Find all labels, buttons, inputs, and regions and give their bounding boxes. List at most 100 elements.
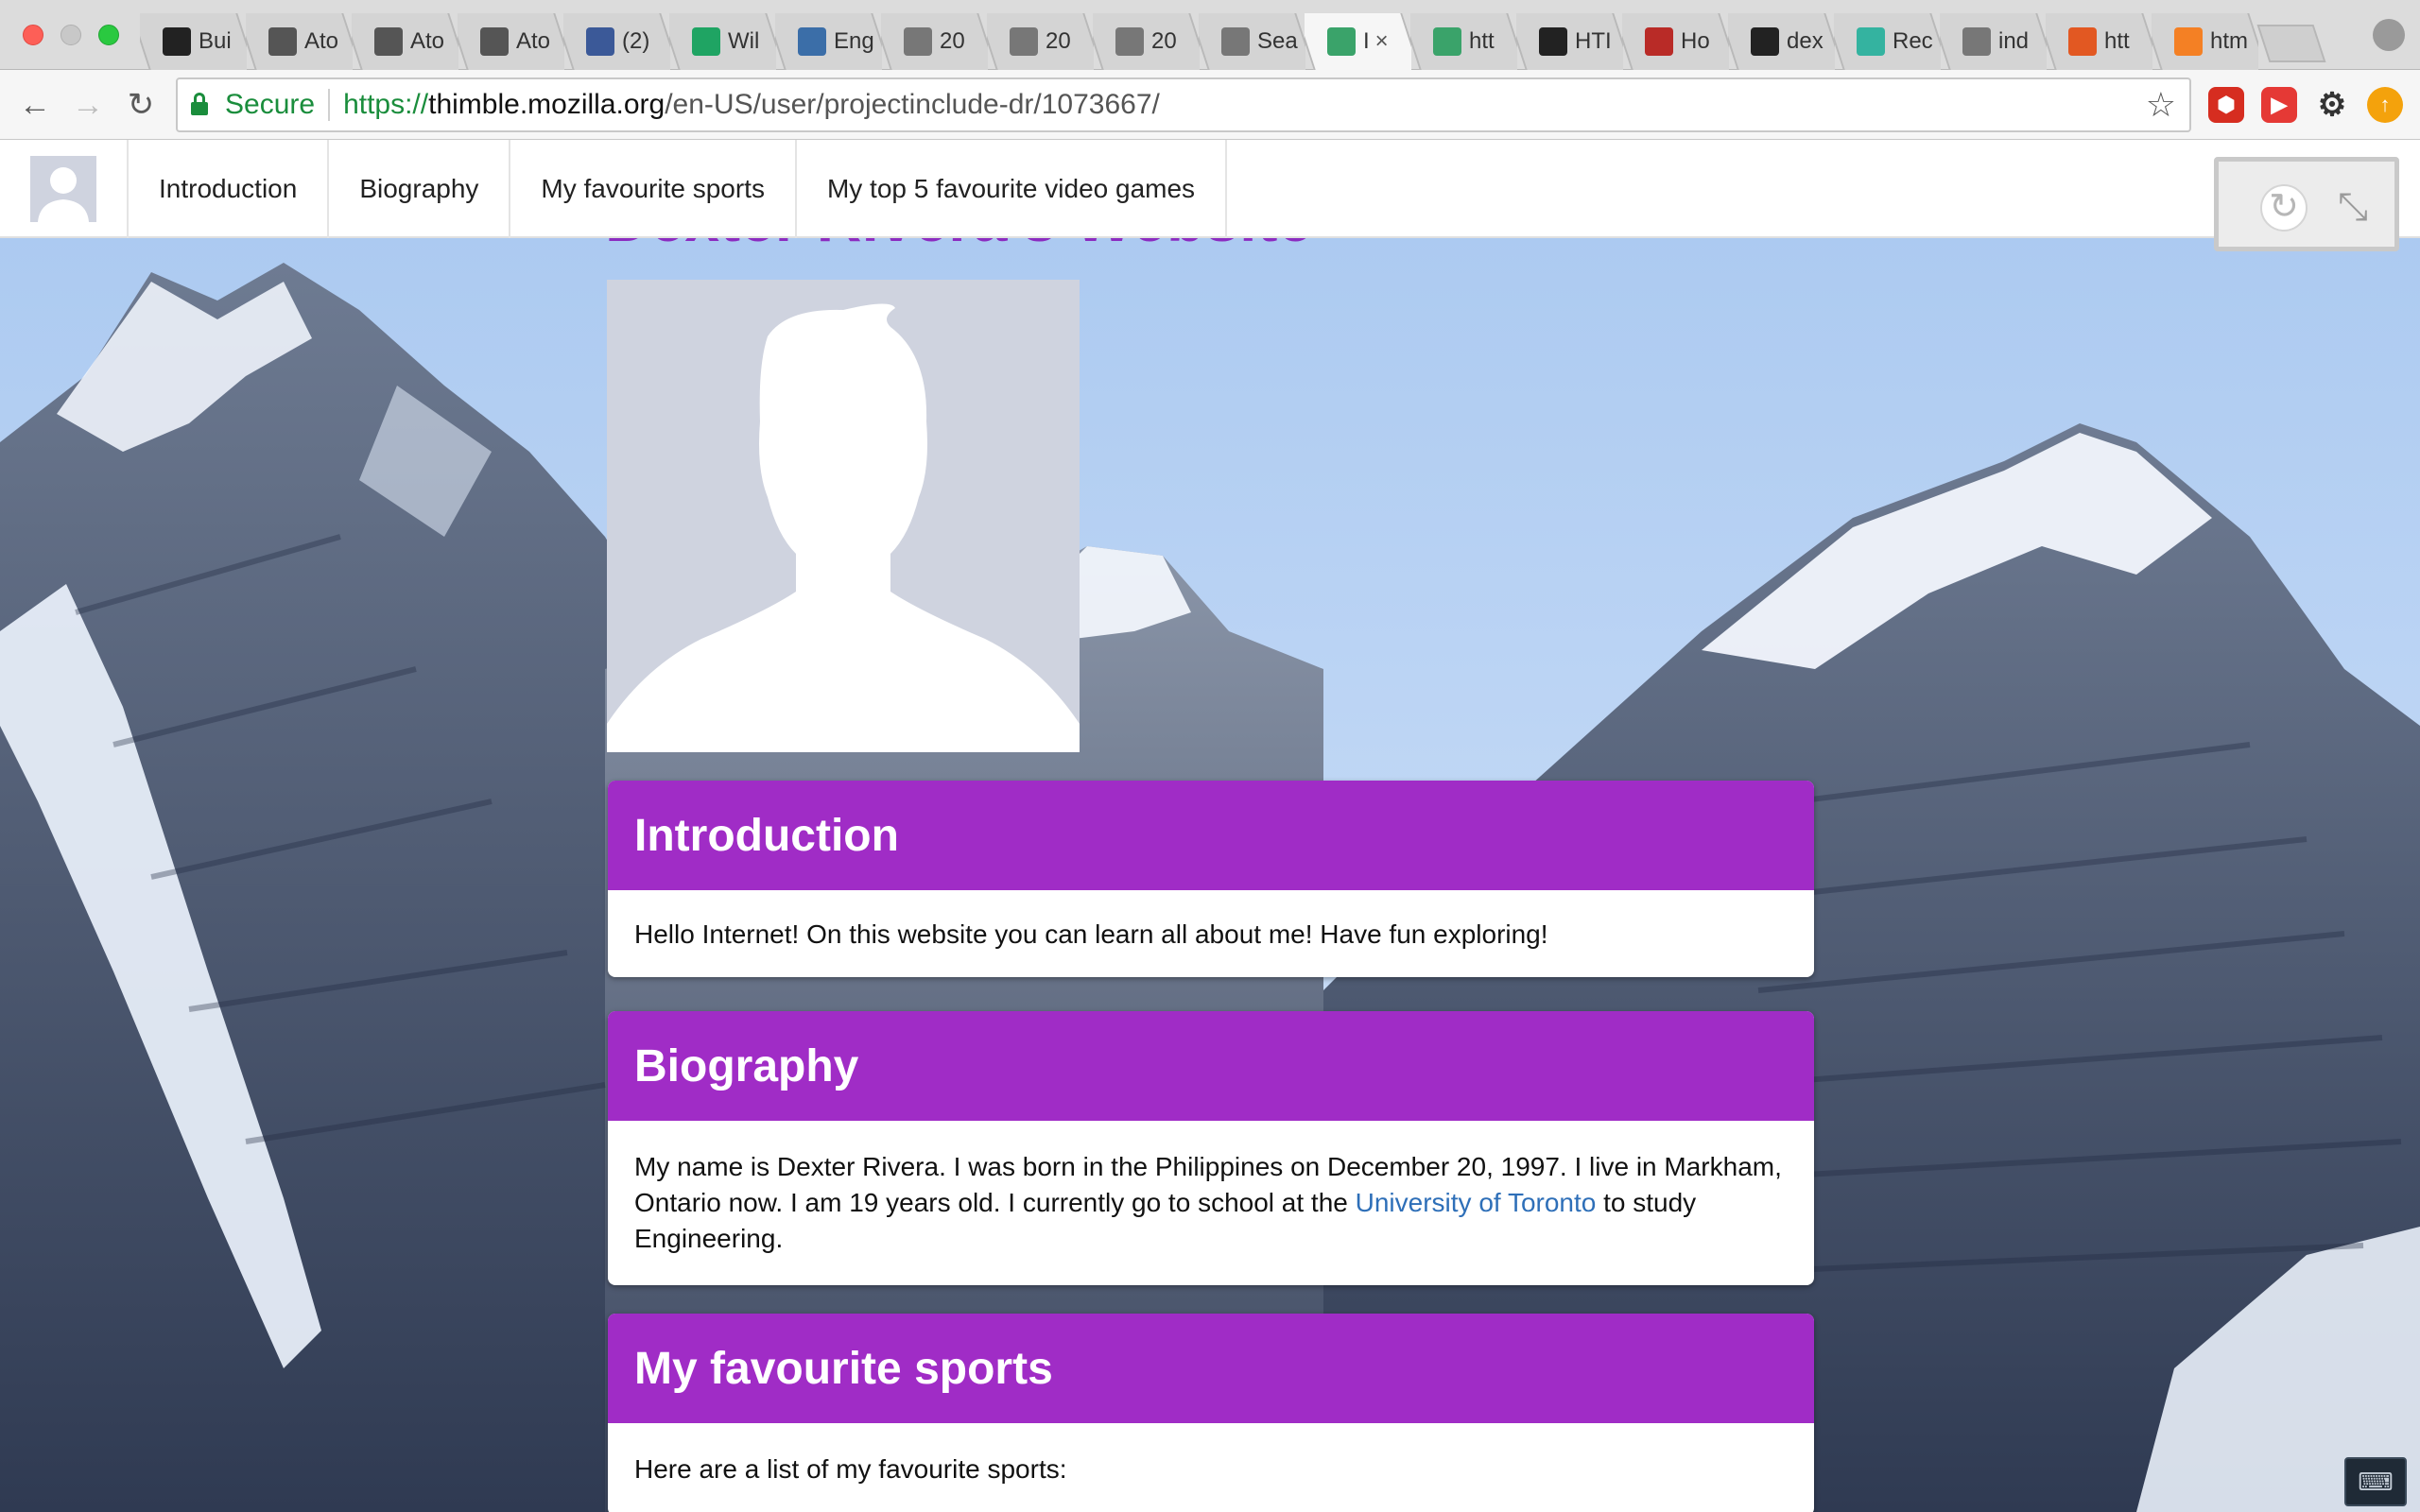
section-introduction: Introduction Hello Internet! On this web…	[608, 781, 1814, 977]
browser-tab[interactable]: Ato	[246, 13, 353, 70]
university-link[interactable]: University of Toronto	[1356, 1188, 1597, 1217]
section-body: Here are a list of my favourite sports:	[634, 1454, 1067, 1484]
tab-label: Ato	[516, 28, 551, 54]
tree-icon	[798, 27, 826, 56]
new-tab-button[interactable]	[2263, 25, 2320, 62]
tab-label: htt	[2104, 28, 2130, 54]
tab-label: Ato	[304, 28, 339, 54]
section-heading: My favourite sports	[608, 1314, 1814, 1423]
nav-item-introduction[interactable]: Introduction	[129, 140, 330, 238]
lock-icon	[191, 93, 208, 115]
browser-toolbar: ← → ↻ Secure https://thimble.mozilla.org…	[0, 70, 2420, 140]
nav-avatar[interactable]	[0, 140, 129, 238]
section-body: My name is Dexter Rivera. I was born in …	[608, 1121, 1814, 1285]
atom-icon	[374, 27, 403, 56]
collapse-preview-icon[interactable]: ⤡	[2338, 186, 2368, 229]
video-extension-icon[interactable]: ▶	[2261, 87, 2297, 123]
browser-tab[interactable]: Ato	[458, 13, 564, 70]
browser-tab[interactable]: 20	[1093, 13, 1200, 70]
url-path: /en-US/user/projectinclude-dr/1073667/	[665, 89, 1160, 120]
github-icon	[163, 27, 191, 56]
console-icon[interactable]: ⌨	[2344, 1457, 2407, 1506]
address-bar[interactable]: Secure https://thimble.mozilla.org/en-US…	[176, 77, 2191, 132]
section-favourite-sports: My favourite sports Here are a list of m…	[608, 1314, 1814, 1512]
nav-item-favourite-sports[interactable]: My favourite sports	[510, 140, 797, 238]
atom-icon	[268, 27, 297, 56]
reload-icon[interactable]: ↻	[123, 87, 159, 123]
github-icon	[1751, 27, 1779, 56]
tab-label: 20	[940, 28, 965, 54]
tab-label: Wil	[728, 28, 760, 54]
atom-icon	[480, 27, 509, 56]
nav-item-video-games[interactable]: My top 5 favourite video games	[797, 140, 1228, 238]
person-silhouette-icon	[607, 280, 1080, 752]
tab-label: dex	[1787, 28, 1824, 54]
section-body: Hello Internet! On this website you can …	[634, 919, 1548, 949]
browser-tab[interactable]: Sea	[1199, 13, 1305, 70]
browser-tab[interactable]: (2)	[563, 13, 670, 70]
tab-label: Ato	[410, 28, 445, 54]
close-window-button[interactable]	[23, 25, 43, 45]
section-heading: Introduction	[608, 781, 1814, 890]
tab-strip: Bui Ato Ato Ato (2) Wil Eng 20 20 20 Sea I × htt HTI Ho…	[0, 0, 2420, 70]
browser-tab[interactable]: dex	[1728, 13, 1835, 70]
gear-icon[interactable]: ⚙	[2314, 87, 2350, 123]
tabs: Bui Ato Ato Ato (2) Wil Eng 20 20 20 Sea I × htt HTI Ho…	[140, 13, 2320, 70]
back-arrow-icon[interactable]: ←	[17, 87, 53, 123]
refresh-preview-icon[interactable]: ↻	[2260, 184, 2308, 232]
zoom-window-button[interactable]	[98, 25, 119, 45]
document-icon	[1115, 27, 1144, 56]
url-text[interactable]: https://thimble.mozilla.org/en-US/user/p…	[343, 89, 1160, 121]
minimize-window-button[interactable]	[60, 25, 81, 45]
profile-icon[interactable]	[2373, 19, 2405, 51]
browser-tab[interactable]: HTI	[1516, 13, 1623, 70]
browser-tab[interactable]: ind	[1940, 13, 2047, 70]
tab-label: htt	[1469, 28, 1495, 54]
forward-arrow-icon[interactable]: →	[70, 87, 106, 123]
browser-tab[interactable]: 20	[987, 13, 1094, 70]
url-scheme: https://	[343, 89, 429, 120]
stackoverflow-icon	[2174, 27, 2203, 56]
close-tab-icon[interactable]: ×	[1375, 28, 1389, 55]
browser-tab[interactable]: htm	[2152, 13, 2258, 70]
facebook-icon	[586, 27, 614, 56]
tab-label: 20	[1046, 28, 1071, 54]
tab-label: HTI	[1575, 28, 1612, 54]
google-drive-icon	[692, 27, 720, 56]
browser-tab[interactable]: 20	[881, 13, 988, 70]
section-heading: Biography	[608, 1011, 1814, 1121]
document-icon	[1221, 27, 1250, 56]
s-icon	[1857, 27, 1885, 56]
tab-label: Ho	[1681, 28, 1710, 54]
ublock-extension-icon[interactable]: ⬢	[2208, 87, 2244, 123]
site-navigation: Introduction Biography My favourite spor…	[0, 140, 2420, 238]
tab-label: I	[1363, 28, 1370, 54]
tab-label: htm	[2210, 28, 2249, 54]
browser-tab[interactable]: Ho	[1622, 13, 1729, 70]
preview-controls: ↻ ⤡	[2214, 157, 2399, 251]
profile-photo	[607, 280, 1080, 752]
update-icon[interactable]: ↑	[2367, 87, 2403, 123]
browser-tab[interactable]: I ×	[1305, 13, 1411, 70]
tab-label: Eng	[834, 28, 874, 54]
browser-tab[interactable]: Wil	[669, 13, 776, 70]
bookmark-star-icon[interactable]: ☆	[2146, 85, 2176, 125]
github-icon	[1539, 27, 1567, 56]
page-viewport: Introduction Biography My favourite spor…	[0, 140, 2420, 1512]
quora-icon	[1645, 27, 1673, 56]
thimble-icon	[1327, 27, 1356, 56]
document-icon	[904, 27, 932, 56]
tab-label: Sea	[1257, 28, 1298, 54]
browser-tab[interactable]: htt	[1410, 13, 1517, 70]
browser-tab[interactable]: Ato	[352, 13, 458, 70]
browser-tab[interactable]: Rec	[1834, 13, 1941, 70]
browser-tab[interactable]: htt	[2046, 13, 2152, 70]
browser-tab[interactable]: Eng	[775, 13, 882, 70]
nav-item-biography[interactable]: Biography	[329, 140, 511, 238]
avatar-icon	[30, 156, 96, 222]
tab-label: Bui	[199, 28, 232, 54]
section-biography: Biography My name is Dexter Rivera. I wa…	[608, 1011, 1814, 1285]
tab-label: (2)	[622, 28, 650, 54]
browser-tab[interactable]: Bui	[140, 13, 247, 70]
tab-label: ind	[1998, 28, 2030, 54]
